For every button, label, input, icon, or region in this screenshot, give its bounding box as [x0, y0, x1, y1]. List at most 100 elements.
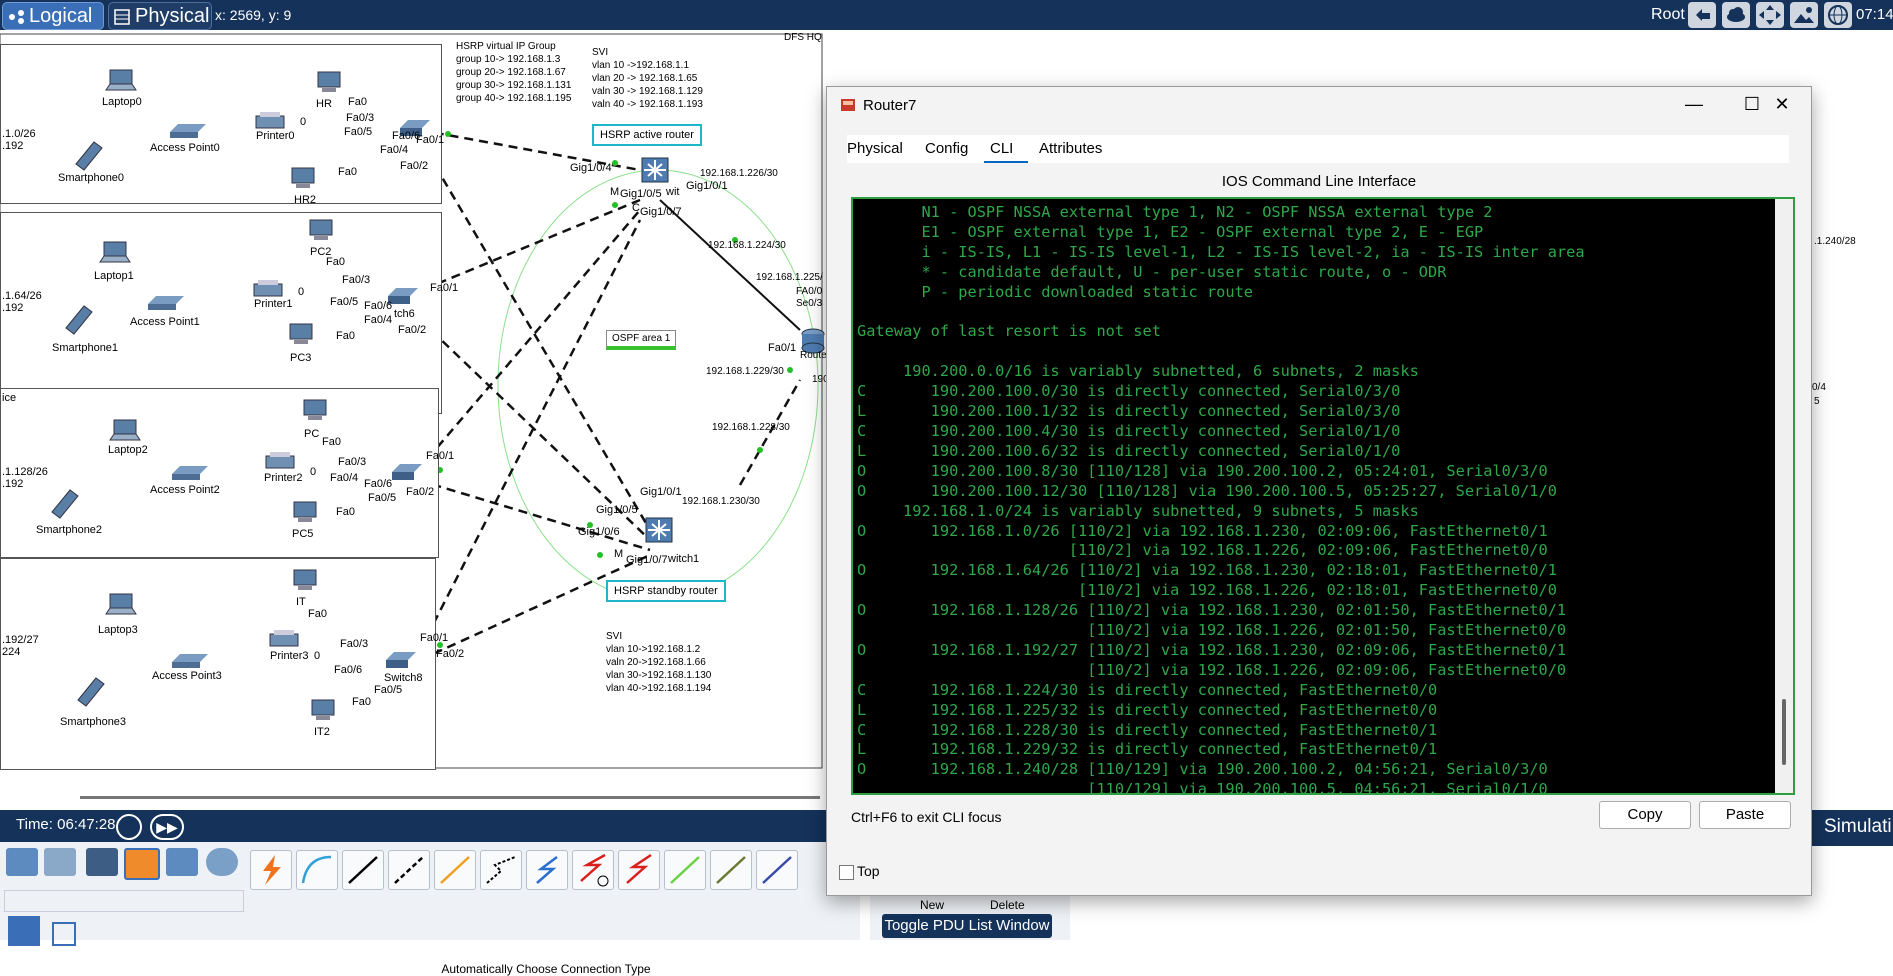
smartphone-icon[interactable]: [62, 302, 96, 339]
straight-cable-icon[interactable]: [342, 850, 384, 890]
laptop-icon[interactable]: [98, 240, 132, 267]
usb-cable-icon[interactable]: [756, 850, 798, 890]
workspace-scrollbar[interactable]: [80, 796, 820, 799]
pc-icon[interactable]: [308, 218, 334, 245]
copy-button[interactable]: Copy: [1599, 801, 1691, 829]
image-icon[interactable]: [1790, 2, 1818, 28]
cli-terminal[interactable]: N1 - OSPF NSSA external type 1, N2 - OSP…: [851, 197, 1795, 795]
simulation-mode-button[interactable]: Simulati: [1824, 816, 1892, 838]
port-label: Gig1/0/5: [596, 504, 638, 516]
logical-view-button[interactable]: Logical: [2, 2, 104, 30]
new-pdu-button[interactable]: New: [920, 898, 944, 912]
multiuser-icon[interactable]: [206, 848, 238, 876]
access-point-icon[interactable]: [146, 294, 186, 315]
phone-cable-icon[interactable]: [480, 850, 522, 890]
top-bar: Logical Physical x: 2569, y: 9 Root 07:1…: [0, 0, 1893, 30]
port-label: Fa0: [352, 696, 371, 708]
port-label: Fa0: [326, 256, 345, 268]
port-label: Fa0/5: [368, 492, 397, 504]
port-label: Fa0: [308, 608, 327, 620]
port-label: Fa0/6: [334, 664, 363, 676]
port-label: M: [614, 548, 624, 560]
laptop-icon[interactable]: [104, 68, 138, 95]
switch-icon[interactable]: [390, 462, 424, 485]
auto-connection-icon[interactable]: [250, 850, 292, 890]
tab-bar: Physical Config CLI Attributes: [847, 135, 1789, 163]
smartphone-icon[interactable]: [72, 138, 106, 175]
port-label: Fa0/1: [430, 282, 459, 294]
cloud-icon[interactable]: [1722, 2, 1750, 28]
port-label: Fa0: [322, 436, 341, 448]
pc-icon[interactable]: [290, 166, 316, 193]
coaxial-cable-icon[interactable]: [526, 850, 568, 890]
pc-icon[interactable]: [292, 568, 318, 595]
octal-cable-icon[interactable]: [664, 850, 706, 890]
port-label: 0/4: [1812, 382, 1826, 393]
laptop-icon[interactable]: [104, 592, 138, 619]
fiber-cable-icon[interactable]: [434, 850, 476, 890]
fast-forward-icon[interactable]: ▶▶: [150, 814, 184, 840]
components-icon[interactable]: [86, 848, 118, 876]
link-address-label: 192.168.1.225/: [756, 272, 823, 283]
iot-custom-cable-icon[interactable]: [710, 850, 752, 890]
cli-scrollbar[interactable]: [1775, 199, 1793, 793]
serial-dte-cable-icon[interactable]: [618, 850, 660, 890]
svi-line: vlan 10->192.168.1.2: [606, 644, 701, 655]
multilayer-switch-icon[interactable]: [640, 156, 670, 187]
multilayer-switch-icon[interactable]: [644, 516, 674, 547]
end-devices-icon[interactable]: [44, 848, 76, 876]
power-cycle-icon[interactable]: [116, 814, 142, 840]
palette-search[interactable]: [4, 890, 244, 912]
remote-network-label: .1.240/28: [1814, 236, 1856, 247]
top-checkbox[interactable]: [839, 865, 854, 880]
tab-physical[interactable]: Physical: [847, 140, 903, 157]
move-icon[interactable]: [1756, 2, 1784, 28]
root-label[interactable]: Root: [1651, 6, 1685, 24]
paste-button[interactable]: Paste: [1699, 801, 1791, 829]
back-arrow-icon[interactable]: [1688, 2, 1716, 28]
port-label: 5: [1814, 396, 1820, 407]
pc-icon[interactable]: [310, 698, 336, 725]
access-point-icon[interactable]: [170, 464, 210, 485]
pc-icon[interactable]: [292, 500, 318, 527]
pc-label: HR2: [294, 194, 317, 206]
simulation-time: Time: 06:47:28: [16, 816, 116, 833]
laptop-icon[interactable]: [108, 418, 142, 445]
printer-icon[interactable]: [268, 630, 300, 651]
port-label: Fa0/1: [426, 450, 455, 462]
pc-icon[interactable]: [288, 322, 314, 349]
minimize-icon[interactable]: —: [1665, 87, 1723, 121]
delete-pdu-button[interactable]: Delete: [990, 898, 1025, 912]
pc-icon[interactable]: [302, 398, 328, 425]
tab-cli[interactable]: CLI: [990, 140, 1013, 157]
toggle-pdu-list-button[interactable]: Toggle PDU List Window: [882, 914, 1052, 938]
printer-icon[interactable]: [264, 452, 296, 473]
smartphone-label: Smartphone3: [60, 716, 127, 728]
port-label: 0: [298, 286, 305, 298]
smartphone-icon[interactable]: [48, 486, 82, 523]
port-label: 0: [310, 466, 317, 478]
tab-attributes[interactable]: Attributes: [1039, 140, 1102, 157]
serial-dce-cable-icon[interactable]: [572, 850, 614, 890]
network-globe-icon[interactable]: [1824, 2, 1852, 28]
close-icon[interactable]: ✕: [1753, 87, 1811, 121]
link-address-label: 192.168.1.229/30: [706, 366, 784, 377]
access-point-icon[interactable]: [168, 122, 208, 143]
console-cable-icon[interactable]: [296, 850, 338, 890]
port-label: Fa0/4: [330, 472, 359, 484]
printer-label: Printer1: [254, 298, 293, 310]
pc-icon[interactable]: [316, 70, 342, 97]
switch-icon[interactable]: [384, 650, 418, 673]
network-devices-icon[interactable]: [6, 848, 38, 876]
cli-scroll-thumb[interactable]: [1782, 699, 1786, 765]
smartphone-icon[interactable]: [74, 674, 108, 711]
physical-view-button[interactable]: Physical: [108, 2, 212, 30]
misc-icon[interactable]: [166, 848, 198, 876]
tab-config[interactable]: Config: [925, 140, 968, 157]
crossover-cable-icon[interactable]: [388, 850, 430, 890]
cli-heading: IOS Command Line Interface: [1221, 173, 1417, 190]
access-point-label: Access Point3: [152, 670, 222, 682]
lightning-icon[interactable]: [8, 916, 40, 946]
connections-icon[interactable]: [124, 848, 160, 880]
grid-icon[interactable]: [52, 922, 76, 946]
